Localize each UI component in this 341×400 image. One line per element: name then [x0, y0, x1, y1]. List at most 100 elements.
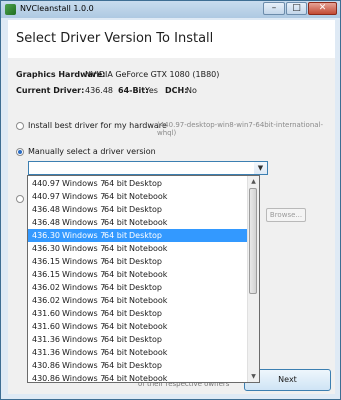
driver-bits: 64 bit — [104, 231, 128, 240]
driver-type: Notebook — [129, 192, 168, 201]
driver-type: Desktop — [129, 335, 162, 344]
driver-list-item[interactable]: 431.60 Windows 7 64 bit Desktop — [28, 307, 249, 320]
best-driver-radio[interactable] — [16, 122, 24, 130]
best-driver-hint: (440.97-desktop-win8-win7-64bit-internat… — [157, 121, 324, 137]
driver-os: Windows 7 — [62, 309, 106, 318]
driver-bits: 64 bit — [104, 361, 128, 370]
driver-os: Windows 7 — [62, 374, 106, 383]
driver-list-item[interactable]: 430.86 Windows 7 64 bit Desktop — [28, 359, 249, 372]
driver-list-item[interactable]: 436.48 Windows 7 64 bit Notebook — [28, 216, 249, 229]
driver-list-item[interactable]: 436.02 Windows 7 64 bit Notebook — [28, 294, 249, 307]
driver-type: Notebook — [129, 296, 168, 305]
maximize-button[interactable]: □ — [286, 2, 307, 15]
driver-bits: 64 bit — [104, 257, 128, 266]
driver-version: 440.97 — [32, 192, 60, 201]
driver-list-item[interactable]: 436.15 Windows 7 64 bit Desktop — [28, 255, 249, 268]
best-driver-label[interactable]: Install best driver for my hardware — [28, 121, 167, 130]
driver-bits: 64 bit — [104, 218, 128, 227]
driver-version-combobox[interactable]: ▼ — [28, 161, 268, 175]
driver-bits: 64 bit — [104, 283, 128, 292]
driver-list-item[interactable]: 431.36 Windows 7 64 bit Notebook — [28, 346, 249, 359]
driver-type: Desktop — [129, 309, 162, 318]
driver-type: Notebook — [129, 348, 168, 357]
dch-label: DCH: — [165, 86, 188, 95]
driver-os: Windows 7 — [62, 205, 106, 214]
driver-version: 431.60 — [32, 309, 60, 318]
manual-select-radio[interactable] — [16, 148, 24, 156]
driver-bits: 64 bit — [104, 348, 128, 357]
driver-os: Windows 7 — [62, 283, 106, 292]
driver-type: Notebook — [129, 218, 168, 227]
driver-os: Windows 7 — [62, 348, 106, 357]
driver-bits: 64 bit — [104, 335, 128, 344]
driver-list-item[interactable]: 436.02 Windows 7 64 bit Desktop — [28, 281, 249, 294]
driver-list-item[interactable]: 440.97 Windows 7 64 bit Notebook — [28, 190, 249, 203]
driver-list-item[interactable]: 436.30 Windows 7 64 bit Desktop — [28, 229, 249, 242]
driver-type: Desktop — [129, 205, 162, 214]
driver-list-item[interactable]: 430.86 Windows 7 64 bit Notebook — [28, 372, 249, 383]
bit-label: 64-Bit: — [118, 86, 149, 95]
driver-version: 436.15 — [32, 257, 60, 266]
driver-version: 436.30 — [32, 231, 60, 240]
driver-type: Desktop — [129, 257, 162, 266]
driver-os: Windows 7 — [62, 270, 106, 279]
driver-type: Desktop — [129, 179, 162, 188]
driver-os: Windows 7 — [62, 361, 106, 370]
driver-bits: 64 bit — [104, 322, 128, 331]
driver-type: Notebook — [129, 322, 168, 331]
bit-value: Yes — [145, 86, 158, 95]
minimize-button[interactable]: – — [263, 2, 285, 15]
driver-os: Windows 7 — [62, 335, 106, 344]
driver-bits: 64 bit — [104, 244, 128, 253]
current-driver-value: 436.48 — [85, 86, 113, 95]
driver-version: 431.36 — [32, 335, 60, 344]
close-button[interactable]: ✕ — [308, 2, 337, 15]
driver-version: 430.86 — [32, 374, 60, 383]
title-bar[interactable]: NVCleanstall 1.0.0 – □ ✕ — [1, 1, 340, 18]
driver-list-item[interactable]: 440.97 Windows 7 64 bit Desktop — [28, 177, 249, 190]
driver-bits: 64 bit — [104, 205, 128, 214]
driver-version: 436.02 — [32, 283, 60, 292]
driver-bits: 64 bit — [104, 309, 128, 318]
chevron-down-icon[interactable]: ▼ — [254, 162, 267, 174]
driver-type: Desktop — [129, 361, 162, 370]
app-window: NVCleanstall 1.0.0 – □ ✕ Select Driver V… — [0, 0, 341, 400]
driver-version: 431.60 — [32, 322, 60, 331]
scroll-thumb[interactable] — [249, 188, 257, 294]
app-icon — [5, 4, 16, 15]
scroll-down-icon[interactable]: ▼ — [248, 371, 259, 382]
driver-os: Windows 7 — [62, 244, 106, 253]
dropdown-scrollbar[interactable]: ▲ ▼ — [247, 176, 259, 382]
driver-version-dropdown[interactable]: 440.97 Windows 7 64 bit Desktop 440.97 Window… — [27, 175, 260, 383]
driver-bits: 64 bit — [104, 270, 128, 279]
custom-package-radio[interactable] — [16, 195, 24, 203]
driver-version: 436.48 — [32, 218, 60, 227]
driver-bits: 64 bit — [104, 179, 128, 188]
page-header: Select Driver Version To Install — [8, 20, 335, 59]
driver-bits: 64 bit — [104, 192, 128, 201]
driver-list-item[interactable]: 431.36 Windows 7 64 bit Desktop — [28, 333, 249, 346]
page-title: Select Driver Version To Install — [16, 31, 214, 46]
driver-os: Windows 7 — [62, 231, 106, 240]
driver-list-item[interactable]: 431.60 Windows 7 64 bit Notebook — [28, 320, 249, 333]
graphics-hardware-value: NVIDIA GeForce GTX 1080 (1B80) — [85, 70, 220, 79]
driver-type: Desktop — [129, 231, 162, 240]
driver-version: 436.30 — [32, 244, 60, 253]
manual-select-label[interactable]: Manually select a driver version — [28, 147, 156, 156]
driver-type: Desktop — [129, 283, 162, 292]
driver-version: 430.86 — [32, 361, 60, 370]
driver-os: Windows 7 — [62, 296, 106, 305]
driver-type: Notebook — [129, 270, 168, 279]
driver-list-item[interactable]: 436.48 Windows 7 64 bit Desktop — [28, 203, 249, 216]
driver-bits: 64 bit — [104, 296, 128, 305]
driver-list-item[interactable]: 436.15 Windows 7 64 bit Notebook — [28, 268, 249, 281]
driver-os: Windows 7 — [62, 257, 106, 266]
window-title: NVCleanstall 1.0.0 — [20, 4, 94, 13]
driver-os: Windows 7 — [62, 218, 106, 227]
driver-list-item[interactable]: 436.30 Windows 7 64 bit Notebook — [28, 242, 249, 255]
driver-version: 440.97 — [32, 179, 60, 188]
browse-button[interactable]: Browse... — [266, 208, 306, 222]
current-driver-label: Current Driver: — [16, 86, 85, 95]
driver-version: 436.48 — [32, 205, 60, 214]
scroll-up-icon[interactable]: ▲ — [248, 176, 259, 187]
